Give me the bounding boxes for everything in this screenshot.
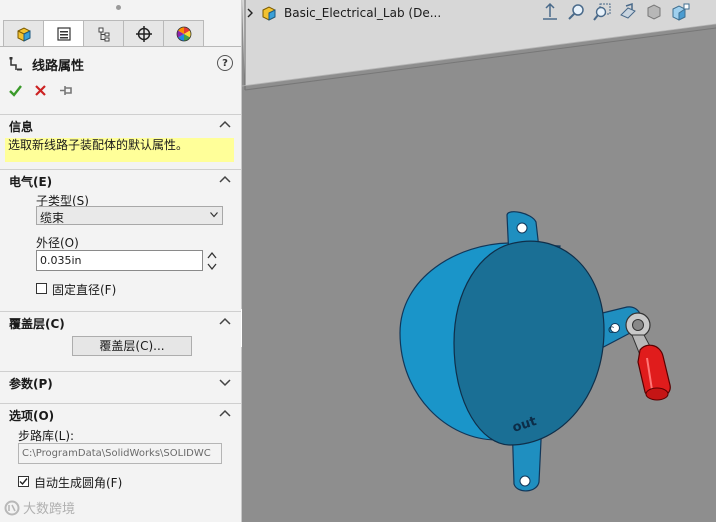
assembly-icon [262, 6, 276, 21]
graphics-viewport[interactable]: C C out Basic_Electrical_Lab (De... [242, 0, 716, 522]
panel-grip[interactable] [116, 5, 121, 10]
info-message: 选取新线路子装配体的默认属性。 [5, 138, 234, 162]
route-library-input[interactable]: C:\ProgramData\SolidWorks\SOLIDWC [18, 443, 222, 464]
checkmark-icon [19, 478, 28, 486]
dimxpert-manager-tab[interactable] [123, 20, 163, 47]
help-button[interactable]: ? [217, 55, 233, 71]
manager-tabs [3, 20, 204, 47]
fixed-diameter-label: 固定直径(F) [52, 283, 117, 297]
zoom-to-fit-icon[interactable] [540, 2, 560, 22]
covering-section-title: 覆盖层(C) [9, 317, 65, 331]
breadcrumb-text: Basic_Electrical_Lab (De... [284, 6, 442, 20]
crosshair-icon [135, 25, 152, 42]
electrical-section-header[interactable]: 电气(E) [0, 169, 241, 190]
chevron-up-icon[interactable] [218, 118, 232, 132]
panel-title-row: 线路属性 ? [8, 54, 233, 74]
outer-diameter-label: 外径(O) [36, 236, 79, 250]
cancel-x-icon[interactable] [33, 83, 48, 98]
info-section-header[interactable]: 信息 [0, 114, 241, 135]
spin-arrows-icon[interactable] [206, 250, 218, 272]
breadcrumb[interactable]: Basic_Electrical_Lab (De... [246, 2, 441, 24]
page-title: 线路属性 [32, 58, 85, 74]
display-manager-tab[interactable] [163, 20, 204, 47]
options-section-title: 选项(O) [9, 409, 55, 423]
auto-fillet-checkbox[interactable] [18, 476, 29, 487]
parameters-section-header[interactable]: 参数(P) [0, 371, 241, 392]
subtype-select[interactable]: 缆束 [36, 206, 223, 225]
auto-fillet-label: 自动生成圆角(F) [34, 476, 123, 490]
action-buttons [8, 82, 74, 98]
chevron-up-icon[interactable] [218, 407, 232, 421]
configuration-manager-tab[interactable] [83, 20, 123, 47]
route-library-value: C:\ProgramData\SolidWorks\SOLIDWC [22, 448, 211, 459]
zoom-area-icon[interactable] [566, 2, 586, 22]
property-manager-icon [56, 26, 71, 41]
tab-divider [0, 46, 241, 47]
ok-check-icon[interactable] [8, 83, 23, 98]
options-section-header[interactable]: 选项(O) [0, 403, 241, 424]
parameters-section-title: 参数(P) [9, 377, 53, 391]
property-manager-tab[interactable] [43, 20, 83, 47]
outer-diameter-value: 0.035in [40, 254, 82, 267]
outer-diameter-input[interactable]: 0.035in [36, 250, 203, 271]
feature-manager-icon [17, 26, 30, 42]
right-c-label: C [608, 326, 614, 336]
section-view-icon[interactable] [618, 2, 638, 22]
watermark-logo-icon [4, 500, 20, 515]
electrical-section-title: 电气(E) [9, 175, 53, 189]
chevron-up-icon[interactable] [218, 173, 232, 187]
chevron-down-icon[interactable] [218, 375, 232, 389]
scene: C C out [242, 0, 716, 522]
covering-button[interactable]: 覆盖层(C)... [72, 336, 192, 356]
feature-manager-tab[interactable] [3, 20, 43, 47]
chevron-up-icon[interactable] [218, 315, 232, 329]
subtype-value: 缆束 [40, 211, 65, 225]
pushpin-icon[interactable] [58, 83, 74, 98]
chevron-down-icon [210, 212, 218, 218]
display-style-icon[interactable] [670, 2, 690, 22]
covering-section-header[interactable]: 覆盖层(C) [0, 311, 241, 332]
watermark-text: 大数跨境 [23, 502, 76, 517]
route-properties-icon [9, 57, 22, 71]
previous-view-icon[interactable] [592, 2, 612, 22]
color-wheel-icon [176, 26, 191, 41]
property-manager-panel: 线路属性 ? 信息 选取新线路子装配体的默认属性。 电气(E) 子类型(S) 缆… [0, 0, 242, 522]
route-library-label: 步路库(L): [18, 429, 75, 443]
info-section-title: 信息 [9, 120, 34, 134]
configuration-manager-icon [98, 27, 109, 41]
fixed-diameter-checkbox[interactable] [36, 283, 47, 294]
view-orientation-icon[interactable] [644, 2, 664, 22]
chevron-right-icon [247, 8, 253, 18]
heads-up-view-toolbar [540, 2, 690, 22]
watermark: 大数跨境 [4, 498, 75, 517]
